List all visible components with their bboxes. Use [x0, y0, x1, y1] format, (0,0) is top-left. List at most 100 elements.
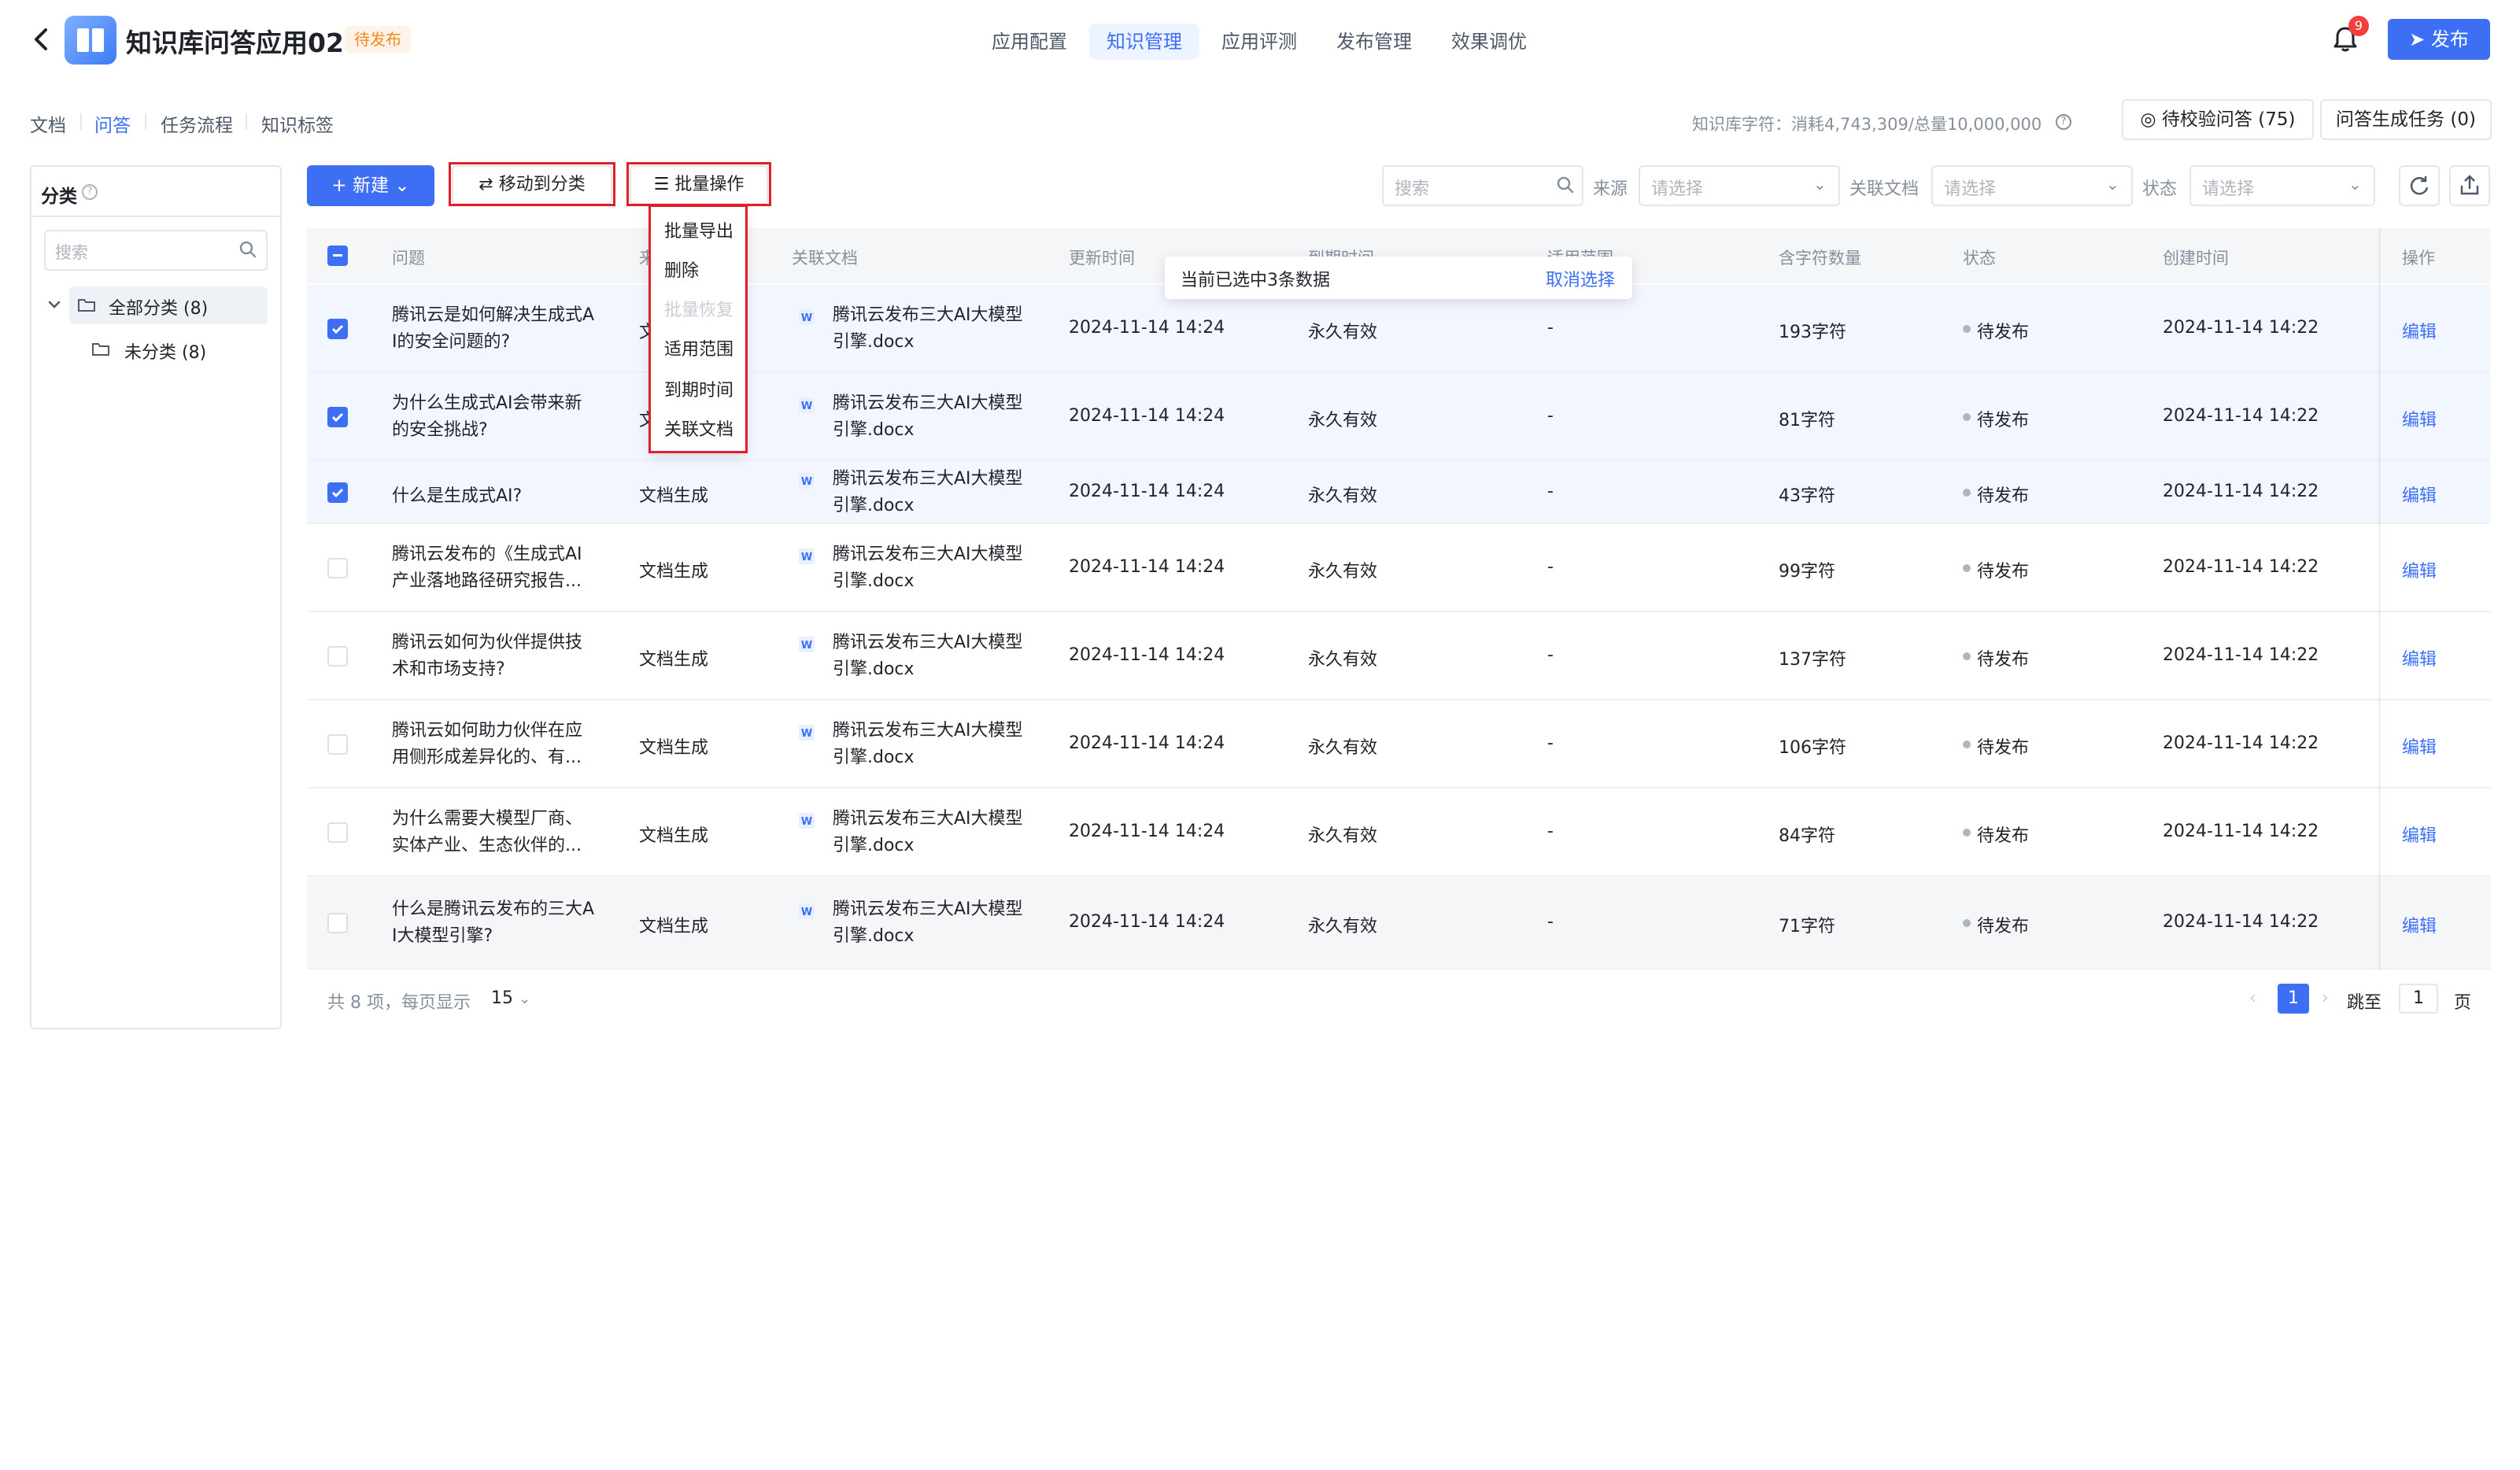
edit-link[interactable]: 编辑	[2402, 733, 2437, 759]
chevron-down-icon: ⌄	[1813, 175, 1827, 194]
linked-doc-link[interactable]: 引擎.docx	[833, 329, 915, 356]
tab-effect-tuning[interactable]: 效果调优	[1434, 24, 1544, 60]
row-checkbox[interactable]	[327, 734, 348, 755]
linked-doc-link[interactable]: 腾讯云发布三大AI大模型	[833, 806, 1023, 833]
linked-doc-link[interactable]: 腾讯云发布三大AI大模型	[833, 718, 1023, 744]
qa-gen-task-button[interactable]: 问答生成任务 (0)	[2320, 99, 2492, 140]
subtab-documents[interactable]: 文档	[30, 110, 66, 137]
menu-item-linked-doc[interactable]: 关联文档	[664, 416, 733, 441]
subtab-knowledge-tags[interactable]: 知识标签	[261, 110, 334, 137]
new-button[interactable]: + 新建 ⌄	[307, 165, 434, 206]
help-icon[interactable]: ?	[82, 184, 98, 200]
row-checkbox[interactable]	[327, 913, 348, 933]
edit-link[interactable]: 编辑	[2402, 912, 2437, 937]
created-time: 2024-11-14 14:22	[2163, 318, 2319, 338]
linked-doc-link[interactable]: 腾讯云发布三大AI大模型	[833, 302, 1023, 329]
linked-doc-link[interactable]: 腾讯云发布三大AI大模型	[833, 390, 1023, 417]
tree-item-uncategorized[interactable]: 未分类 (8)	[124, 338, 206, 364]
svg-text:W: W	[801, 401, 812, 412]
pagination-summary: 共 8 项，每页显示	[327, 993, 471, 1013]
linked-doc-link[interactable]: 引擎.docx	[833, 568, 915, 595]
panel-divider	[31, 216, 280, 217]
row-checkbox[interactable]	[327, 407, 348, 427]
search-icon[interactable]	[1555, 175, 1576, 195]
edit-link[interactable]: 编辑	[2402, 557, 2437, 582]
row-checkbox[interactable]	[327, 482, 348, 503]
linked-doc-link[interactable]: 腾讯云发布三大AI大模型	[833, 466, 1023, 493]
menu-item-batch-export[interactable]: 批量导出	[664, 217, 733, 242]
chevron-down-icon: ⌄	[394, 175, 410, 196]
linked-doc-link[interactable]: 引擎.docx	[833, 923, 915, 950]
back-arrow-icon[interactable]	[30, 24, 54, 55]
linked-doc-link[interactable]: 引擎.docx	[833, 656, 915, 683]
menu-item-delete[interactable]: 删除	[664, 257, 699, 282]
scope-text: -	[1547, 557, 1554, 577]
chevron-down-icon[interactable]	[46, 296, 63, 313]
updated-time: 2024-11-14 14:24	[1069, 557, 1225, 577]
char-count: 84字符	[1779, 826, 1835, 846]
word-doc-icon: W	[799, 397, 815, 413]
chevron-down-icon: ⌄	[519, 991, 531, 1007]
new-label: 新建	[353, 175, 389, 196]
page-size-select[interactable]: 15 ⌄	[491, 988, 530, 1008]
subtab-task-flow[interactable]: 任务流程	[161, 110, 233, 137]
row-checkbox[interactable]	[327, 646, 348, 667]
status-dot	[1963, 325, 1971, 333]
current-page[interactable]: 1	[2278, 984, 2309, 1014]
expire-time: 永久有效	[1308, 323, 1378, 342]
publish-button[interactable]: ➤ 发布	[2388, 19, 2490, 60]
edit-link[interactable]: 编辑	[2402, 482, 2437, 507]
edit-link[interactable]: 编辑	[2402, 645, 2437, 670]
fixed-column-shadow	[2378, 228, 2381, 970]
linked-doc-link[interactable]: 引擎.docx	[833, 417, 915, 444]
highlight-box	[626, 162, 771, 206]
prev-page-icon[interactable]: ‹	[2249, 988, 2256, 1008]
export-button[interactable]	[2449, 165, 2490, 206]
linked-doc-link[interactable]: 引擎.docx	[833, 493, 915, 519]
status-dot	[1963, 919, 1971, 927]
select-all-checkbox[interactable]	[327, 246, 348, 266]
status-text: 待发布	[1977, 650, 2030, 670]
chevron-down-icon: ⌄	[2106, 175, 2119, 194]
help-icon[interactable]: ?	[2056, 114, 2071, 130]
tree-item-all-label: 全部分类 (8)	[109, 299, 209, 319]
jump-page-input[interactable]: 1	[2399, 984, 2438, 1014]
notification-badge: 9	[2348, 16, 2369, 36]
category-search-placeholder: 搜索	[55, 243, 88, 262]
menu-item-scope[interactable]: 适用范围	[664, 335, 733, 360]
status-dot	[1963, 413, 1971, 421]
char-count: 43字符	[1779, 486, 1835, 506]
tab-app-config[interactable]: 应用配置	[974, 24, 1084, 60]
row-checkbox[interactable]	[327, 558, 348, 578]
menu-item-expire-time[interactable]: 到期时间	[664, 376, 733, 401]
subtab-qa[interactable]: 问答	[94, 110, 131, 137]
next-page-icon[interactable]: ›	[2322, 988, 2329, 1008]
refresh-button[interactable]	[2399, 165, 2440, 206]
tab-app-evaluation[interactable]: 应用评测	[1204, 24, 1314, 60]
column-updated-time: 更新时间	[1069, 249, 1135, 268]
review-icon: ◎	[2140, 109, 2156, 130]
tab-publish-management[interactable]: 发布管理	[1319, 24, 1429, 60]
linked-doc-link[interactable]: 引擎.docx	[833, 744, 915, 771]
expire-time: 永久有效	[1308, 738, 1378, 758]
question-line: 实体产业、生态伙伴的...	[392, 836, 582, 855]
question-line: 产业落地路径研究报告...	[392, 571, 582, 591]
scope-text: -	[1547, 912, 1554, 932]
edit-link[interactable]: 编辑	[2402, 822, 2437, 847]
linked-doc-link[interactable]: 腾讯云发布三大AI大模型	[833, 630, 1023, 656]
search-icon[interactable]	[238, 239, 258, 260]
row-checkbox[interactable]	[327, 822, 348, 843]
edit-link[interactable]: 编辑	[2402, 318, 2437, 343]
row-checkbox[interactable]	[327, 319, 348, 339]
linked-doc-link[interactable]: 引擎.docx	[833, 833, 915, 859]
edit-link[interactable]: 编辑	[2402, 406, 2437, 431]
updated-time: 2024-11-14 14:24	[1069, 645, 1225, 665]
linked-doc-link[interactable]: 腾讯云发布三大AI大模型	[833, 896, 1023, 923]
char-count: 137字符	[1779, 650, 1846, 670]
cancel-selection-link[interactable]: 取消选择	[1546, 266, 1615, 291]
source-text: 文档生成	[639, 738, 709, 758]
linked-doc-link[interactable]: 腾讯云发布三大AI大模型	[833, 541, 1023, 568]
pending-qa-button[interactable]: ◎ 待校验问答 (75)	[2122, 99, 2314, 140]
tab-knowledge-management[interactable]: 知识管理	[1089, 24, 1199, 60]
question-line: 的安全挑战?	[392, 420, 488, 440]
